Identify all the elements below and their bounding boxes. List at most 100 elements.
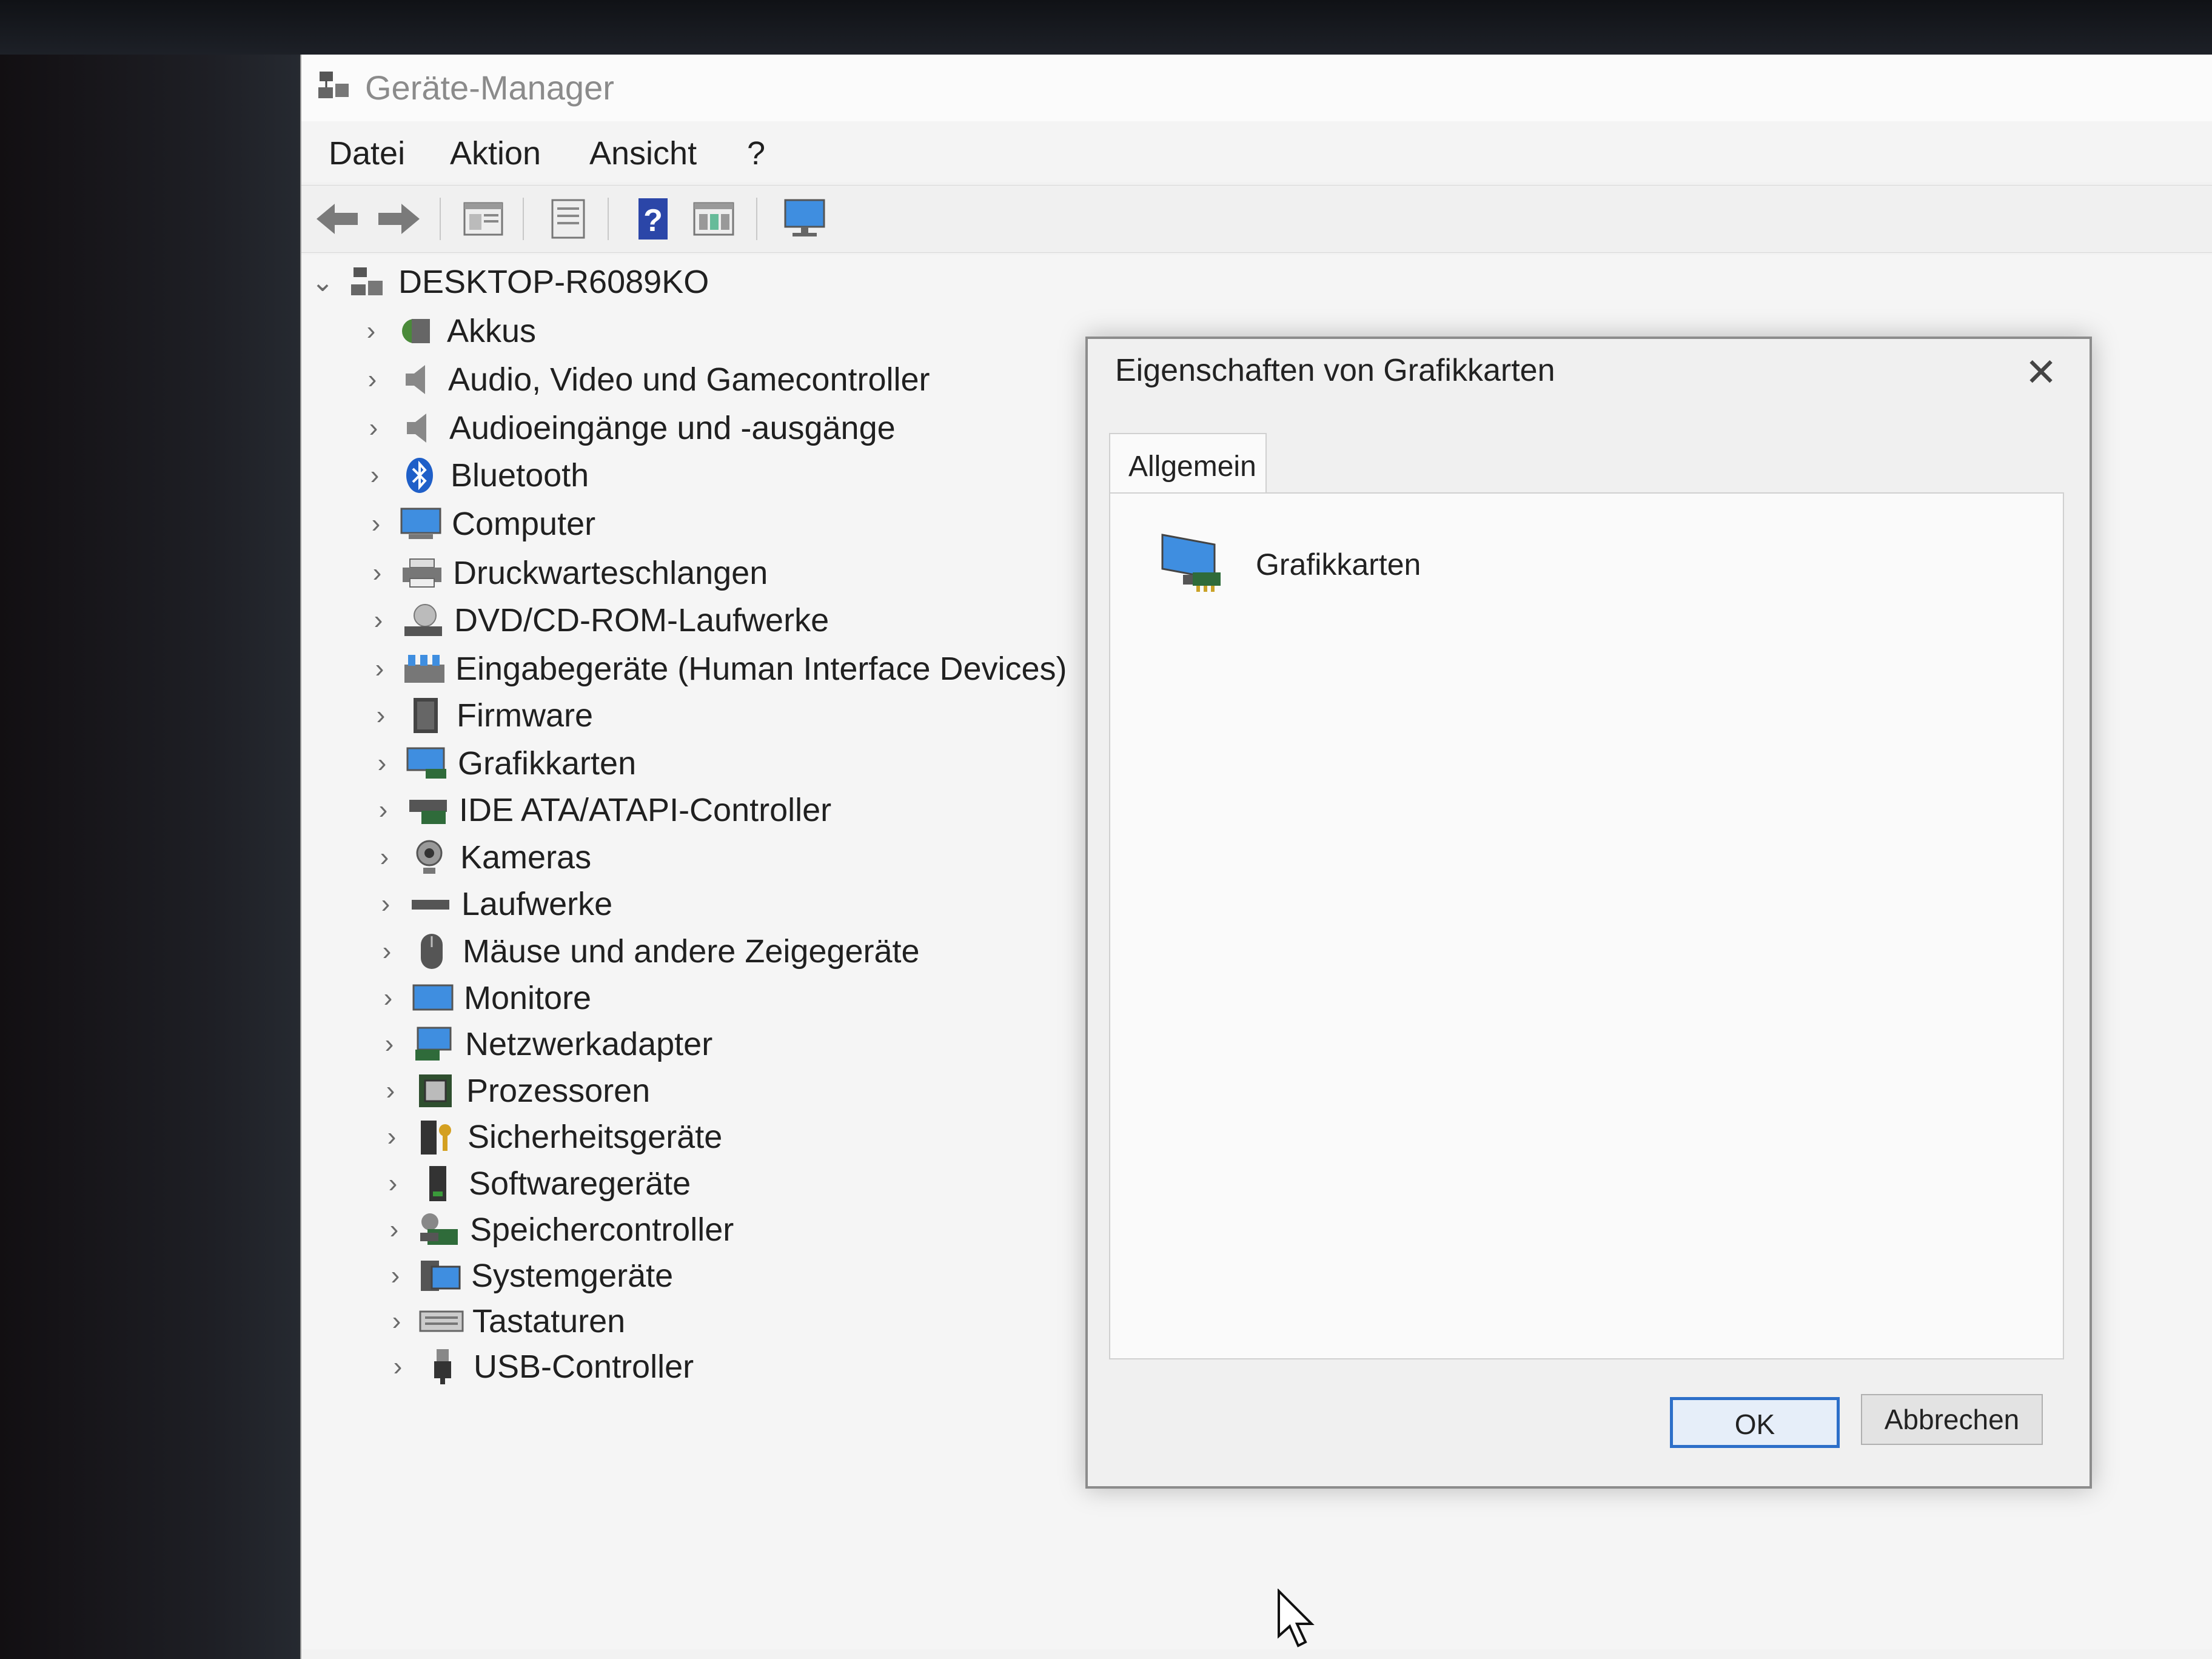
close-icon[interactable]: ✕	[2017, 348, 2065, 397]
tree-item-monitore[interactable]: › Monitore	[373, 975, 591, 1021]
chevron-right-icon[interactable]: ›	[378, 1168, 408, 1199]
system-device-icon	[418, 1257, 463, 1295]
chevron-right-icon[interactable]: ›	[362, 558, 392, 588]
tree-item-mice[interactable]: › Mäuse und andere Zeigegeräte	[372, 928, 920, 974]
chevron-down-icon[interactable]: ⌄	[307, 267, 338, 298]
tree-item-label: Eingabegeräte (Human Interface Devices)	[455, 651, 1067, 687]
tree-item-label: Druckwarteschlangen	[453, 555, 768, 591]
tree-item-label: Speichercontroller	[470, 1212, 734, 1248]
tree-item-label: Sicherheitsgeräte	[468, 1119, 723, 1155]
tree-item-label: Systemgeräte	[471, 1258, 674, 1294]
monitor-icon[interactable]	[780, 195, 829, 243]
tree-item-kameras[interactable]: › Kameras	[369, 834, 591, 880]
mouse-icon	[409, 933, 454, 970]
menu-ansicht[interactable]: Ansicht	[589, 135, 697, 172]
tab-allgemein[interactable]: Allgemein	[1109, 433, 1267, 494]
properties-dialog: Eigenschaften von Grafikkarten ✕ Allgeme…	[1085, 337, 2092, 1489]
network-adapter-icon	[412, 1025, 457, 1063]
tree-item-usb[interactable]: › USB-Controller	[383, 1344, 694, 1390]
chevron-right-icon[interactable]: ›	[383, 1352, 413, 1382]
tree-item-hid[interactable]: › Eingabegeräte (Human Interface Devices…	[364, 646, 1067, 692]
chevron-right-icon[interactable]: ›	[374, 1029, 404, 1059]
dialog-title: Eigenschaften von Grafikkarten	[1115, 353, 1555, 388]
speaker-icon	[396, 409, 441, 447]
chevron-right-icon[interactable]: ›	[370, 889, 401, 919]
chevron-right-icon[interactable]: ›	[363, 605, 394, 635]
monitor-bezel	[0, 0, 303, 1659]
chevron-right-icon[interactable]: ›	[379, 1215, 409, 1245]
storage-controller-icon	[417, 1211, 461, 1248]
chevron-right-icon[interactable]: ›	[380, 1261, 411, 1291]
computer-root-icon	[345, 263, 390, 301]
toolbar-separator	[523, 198, 524, 240]
menu-help[interactable]: ?	[747, 135, 765, 172]
help-icon[interactable]: ?	[629, 195, 677, 243]
chevron-right-icon[interactable]: ›	[357, 364, 387, 395]
menu-aktion[interactable]: Aktion	[450, 135, 541, 172]
chevron-right-icon[interactable]: ›	[366, 700, 396, 731]
back-icon[interactable]	[313, 195, 362, 243]
tree-item-cpu[interactable]: › Prozessoren	[375, 1068, 650, 1114]
chevron-right-icon[interactable]: ›	[372, 936, 402, 967]
update-driver-icon[interactable]	[544, 195, 592, 243]
tree-root[interactable]: ⌄ DESKTOP-R6089KO	[307, 259, 709, 305]
chevron-right-icon[interactable]: ›	[373, 983, 403, 1013]
monitor-icon	[411, 979, 455, 1017]
tree-item-print-queues[interactable]: › Druckwarteschlangen	[362, 550, 768, 596]
chevron-right-icon[interactable]: ›	[361, 509, 391, 539]
keyboard-icon	[419, 1302, 464, 1340]
tree-item-system-devices[interactable]: › Systemgeräte	[380, 1253, 673, 1299]
properties-sheet-icon[interactable]	[459, 195, 508, 243]
chevron-right-icon[interactable]: ›	[368, 795, 398, 825]
tree-item-grafikkarten[interactable]: › Grafikkarten	[367, 740, 636, 786]
chevron-right-icon[interactable]: ›	[381, 1306, 412, 1336]
tree-item-label: Bluetooth	[451, 457, 589, 494]
title-bar: Geräte-Manager	[301, 55, 2212, 122]
cancel-button[interactable]: Abbrechen	[1861, 1394, 2043, 1445]
chevron-right-icon[interactable]: ›	[356, 316, 386, 346]
chevron-right-icon[interactable]: ›	[375, 1076, 406, 1106]
tree-item-label: Prozessoren	[466, 1073, 651, 1109]
tree-item-laufwerke[interactable]: › Laufwerke	[370, 881, 612, 927]
tab-label: Allgemein	[1128, 451, 1256, 483]
tree-item-ide[interactable]: › IDE ATA/ATAPI-Controller	[368, 787, 831, 833]
tab-panel: Grafikkarten	[1109, 492, 2064, 1359]
tree-item-dvd[interactable]: › DVD/CD-ROM-Laufwerke	[363, 597, 829, 643]
chevron-right-icon[interactable]: ›	[369, 842, 400, 873]
chevron-right-icon[interactable]: ›	[358, 413, 389, 443]
tree-item-software-devices[interactable]: › Softwaregeräte	[378, 1161, 691, 1207]
tree-item-security[interactable]: › Sicherheitsgeräte	[377, 1114, 723, 1160]
tree-item-label: Laufwerke	[461, 886, 613, 922]
toolbar-separator	[440, 198, 441, 240]
bluetooth-icon	[397, 457, 442, 494]
device-manager-icon	[318, 72, 349, 98]
security-device-icon	[414, 1118, 459, 1156]
toolbar-separator	[608, 198, 609, 240]
tree-item-label: Monitore	[464, 980, 592, 1016]
tree-item-storage-controller[interactable]: › Speichercontroller	[379, 1207, 734, 1253]
chevron-right-icon[interactable]: ›	[364, 654, 395, 684]
tree-item-computer[interactable]: › Computer	[361, 501, 595, 547]
firmware-icon	[403, 697, 448, 734]
menu-datei[interactable]: Datei	[329, 135, 405, 172]
camera-icon	[407, 839, 452, 876]
tree-item-firmware[interactable]: › Firmware	[366, 692, 593, 739]
tree-item-network[interactable]: › Netzwerkadapter	[374, 1021, 713, 1067]
tree-item-audio-io[interactable]: › Audioeingänge und -ausgänge	[358, 405, 896, 451]
tree-item-akkus[interactable]: › Akkus	[356, 308, 536, 354]
forward-icon[interactable]	[374, 195, 423, 243]
tree-item-keyboards[interactable]: › Tastaturen	[381, 1298, 625, 1344]
details-view-icon[interactable]	[689, 195, 738, 243]
chevron-right-icon[interactable]: ›	[367, 748, 397, 779]
chevron-right-icon[interactable]: ›	[360, 460, 390, 491]
tree-item-audio-video[interactable]: › Audio, Video und Gamecontroller	[357, 357, 930, 403]
toolbar-separator	[756, 198, 757, 240]
tree-item-label: Kameras	[460, 839, 592, 876]
tree-item-bluetooth[interactable]: › Bluetooth	[360, 452, 589, 498]
dvd-drive-icon	[401, 602, 446, 639]
tree-item-label: Netzwerkadapter	[465, 1026, 713, 1062]
computer-icon	[398, 505, 443, 543]
toolbar: ?	[301, 185, 2212, 253]
chevron-right-icon[interactable]: ›	[377, 1122, 407, 1152]
ok-button[interactable]: OK	[1670, 1397, 1840, 1448]
